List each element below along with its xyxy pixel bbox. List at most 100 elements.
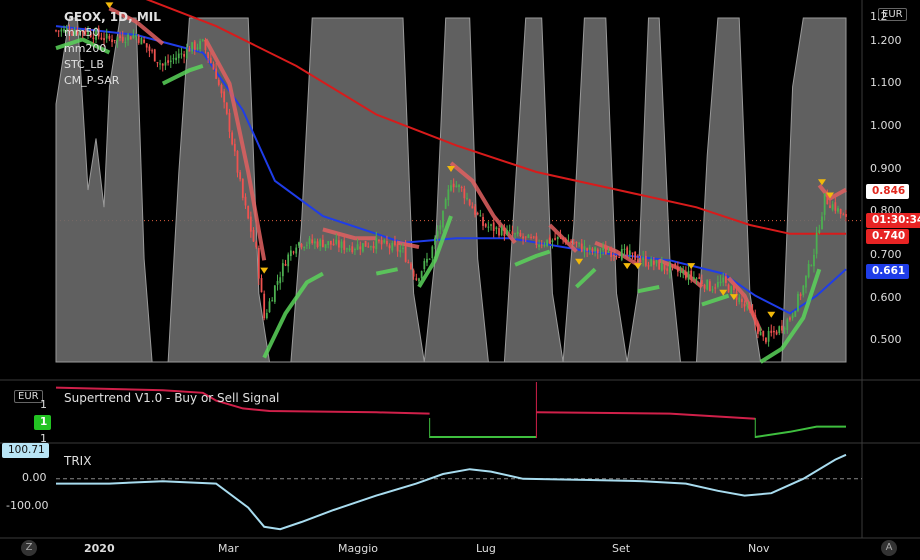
price-tick: 0.700 bbox=[870, 248, 902, 261]
candle-body bbox=[660, 262, 663, 271]
trix-value-badge: 100.71 bbox=[2, 443, 49, 458]
legend-mm50[interactable]: mm50 bbox=[64, 25, 161, 41]
candle-body bbox=[460, 187, 463, 189]
candle-body bbox=[775, 331, 778, 335]
candle-body bbox=[791, 315, 794, 319]
candle-body bbox=[268, 301, 271, 313]
candle-body bbox=[308, 238, 311, 244]
candle-body bbox=[484, 224, 487, 227]
candle-body bbox=[551, 240, 554, 242]
candle-body bbox=[818, 230, 821, 233]
auto-scale-button[interactable]: A bbox=[881, 540, 897, 556]
candle-body bbox=[215, 68, 218, 79]
candle-body bbox=[351, 246, 354, 253]
candle-body bbox=[335, 239, 338, 244]
candle-body bbox=[516, 231, 519, 234]
legend-psar[interactable]: CM_P-SAR bbox=[64, 73, 161, 89]
candle-body bbox=[434, 237, 436, 245]
candle-body bbox=[346, 248, 348, 250]
timezone-button[interactable]: Z bbox=[21, 540, 37, 556]
candle-body bbox=[786, 319, 789, 330]
supertrend-signal-badge: 1 bbox=[34, 415, 52, 430]
candle-body bbox=[567, 240, 570, 242]
candle-body bbox=[244, 196, 247, 206]
candle-body bbox=[343, 240, 346, 250]
supertrend-axis-label: 1 bbox=[40, 398, 47, 411]
candle-body bbox=[201, 39, 204, 41]
candle-body bbox=[652, 260, 655, 265]
candle-body bbox=[644, 255, 647, 266]
candle-body bbox=[751, 309, 754, 316]
candle-body bbox=[805, 275, 807, 288]
candle-body bbox=[225, 102, 228, 114]
candle-body bbox=[519, 232, 522, 237]
candle-body bbox=[396, 244, 399, 252]
candle-body bbox=[359, 246, 362, 250]
candle-body bbox=[313, 241, 316, 244]
candle-body bbox=[380, 240, 383, 245]
candle-body bbox=[164, 62, 167, 66]
candle-body bbox=[639, 260, 642, 262]
candle-body bbox=[821, 216, 823, 230]
candle-body bbox=[169, 60, 172, 62]
ma50-price-badge: 0.661 bbox=[866, 264, 910, 279]
supertrend-segment-bull bbox=[755, 425, 846, 438]
candle-body bbox=[247, 205, 250, 219]
candle-body bbox=[375, 237, 378, 250]
last-price-badge: 0.740 bbox=[866, 229, 910, 244]
candle-body bbox=[327, 241, 330, 246]
candle-body bbox=[714, 287, 717, 289]
candle-body bbox=[217, 79, 220, 85]
supertrend-legend[interactable]: Supertrend V1.0 - Buy or Sell Signal bbox=[64, 390, 279, 406]
candle-body bbox=[263, 293, 266, 319]
candle-body bbox=[564, 238, 567, 243]
candle-body bbox=[503, 228, 506, 237]
candle-body bbox=[700, 280, 703, 285]
candle-body bbox=[607, 251, 610, 253]
candle-body bbox=[671, 264, 674, 266]
candle-body bbox=[618, 256, 621, 258]
candle-body bbox=[773, 330, 775, 333]
candle-body bbox=[570, 240, 573, 244]
candle-body bbox=[733, 285, 735, 291]
candle-body bbox=[55, 30, 57, 32]
candle-body bbox=[687, 270, 690, 280]
candle-body bbox=[802, 285, 805, 296]
candle-body bbox=[548, 237, 551, 243]
candle-body bbox=[364, 240, 367, 247]
candle-body bbox=[674, 263, 677, 267]
candle-body bbox=[762, 330, 765, 337]
legend-mm200[interactable]: mm200 bbox=[64, 41, 161, 57]
candle-body bbox=[514, 233, 516, 235]
candle-body bbox=[167, 60, 169, 63]
candle-body bbox=[770, 330, 773, 333]
candle-body bbox=[193, 41, 196, 50]
candle-body bbox=[279, 277, 282, 284]
candle-body bbox=[239, 172, 242, 180]
candle-body bbox=[404, 246, 407, 262]
x-tick-mar: Mar bbox=[218, 542, 239, 555]
candle-body bbox=[161, 63, 164, 66]
candle-body bbox=[338, 240, 340, 248]
candle-body bbox=[177, 53, 180, 59]
trix-line bbox=[56, 453, 847, 531]
x-tick-nov: Nov bbox=[748, 542, 770, 555]
legend-stc[interactable]: STC_LB bbox=[64, 57, 161, 73]
candle-body bbox=[367, 246, 370, 248]
candle-body bbox=[724, 276, 727, 283]
candle-body bbox=[783, 328, 786, 330]
trix-legend[interactable]: TRIX bbox=[64, 453, 91, 469]
candle-body bbox=[241, 178, 244, 198]
candle-body bbox=[207, 52, 210, 59]
candle-body bbox=[305, 244, 308, 246]
candle-body bbox=[602, 247, 605, 251]
supertrend-segment-bear bbox=[536, 411, 756, 420]
candle-body bbox=[692, 277, 695, 279]
candle-body bbox=[842, 214, 845, 216]
candle-body bbox=[348, 248, 351, 251]
candle-body bbox=[233, 143, 236, 152]
candle-body bbox=[455, 185, 458, 188]
candle-body bbox=[463, 188, 466, 199]
candle-body bbox=[586, 248, 589, 251]
candle-body bbox=[236, 151, 239, 173]
